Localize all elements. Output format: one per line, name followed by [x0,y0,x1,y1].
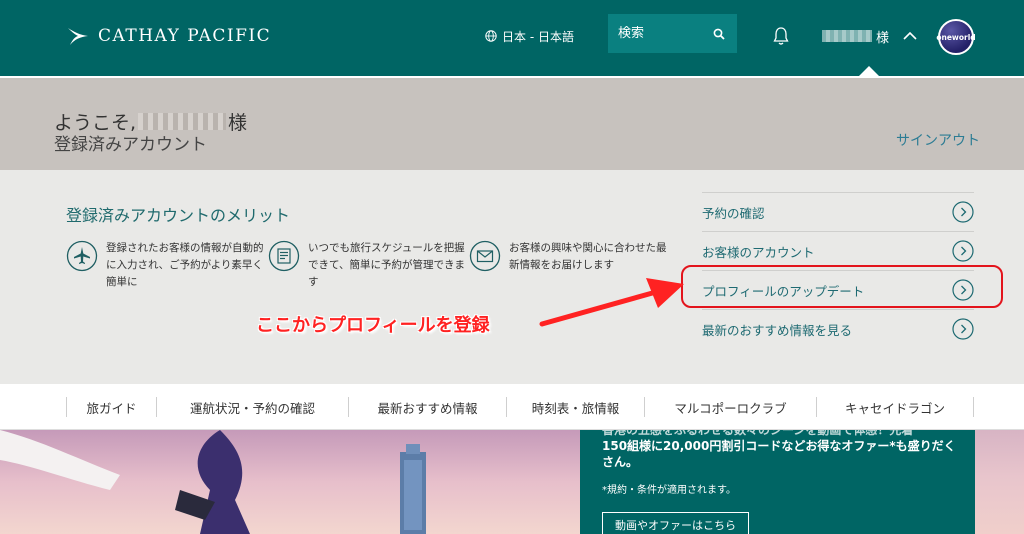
feature-item: お客様の興味や関心に合わせた最新情報をお届けします [469,240,669,274]
chevron-right-circle-icon[interactable] [952,318,974,340]
hero-image [0,430,580,534]
nav-latest-offers[interactable]: 最新おすすめ情報 [348,397,506,417]
main-nav: 旅ガイド 運航状況・予約の確認 最新おすすめ情報 時刻表・旅情報 マルコポーロク… [0,384,1024,430]
nav-marco-polo[interactable]: マルコポーロクラブ [644,397,816,417]
name-redacted [138,113,227,130]
nav-timetable[interactable]: 時刻表・旅情報 [506,397,644,417]
account-type: 登録済みアカウント [54,135,207,155]
oneworld-label: oneworld [936,32,976,42]
language-label: 日本 - 日本語 [502,29,574,44]
feature-text: お客様の興味や関心に合わせた最新情報をお届けします [509,242,667,271]
nav-flight-status[interactable]: 運航状況・予約の確認 [156,397,348,417]
user-suffix: 様 [876,30,890,46]
search-icon[interactable] [713,28,725,40]
benefits-title: 登録済みアカウントのメリット [66,206,291,225]
promo-panel: 香港の五感をふるわせる数々のシーンを動画で体感！先着 150組様に20,000円… [580,430,975,534]
chevron-up-icon[interactable] [903,31,917,41]
hero-banner: 香港の五感をふるわせる数々のシーンを動画で体感！先着 150組様に20,000円… [0,430,1024,534]
promo-video-button[interactable]: 動画やオファーはこちら [602,512,749,534]
top-header: CATHAY PACIFIC 日本 - 日本語 様 oneworld [0,0,1024,77]
greeting-suffix: 様 [228,112,248,134]
link-label: 予約の確認 [702,205,765,221]
chevron-right-circle-icon[interactable] [952,201,974,223]
checklist-icon [268,240,300,272]
promo-clipped-text: 香港の五感をふるわせる数々のシーンを動画で体感！先着 [602,430,914,437]
link-booking-check[interactable]: 予約の確認 [702,192,974,231]
promo-note: *規約・条件が適用されます。 [602,485,736,496]
airplane-icon [66,240,98,272]
welcome-band: ようこそ, 様 登録済みアカウント サインアウト [0,76,1024,170]
link-latest-offers[interactable]: 最新のおすすめ情報を見る [702,309,974,348]
search-box[interactable] [608,14,737,53]
nav-travel-guide[interactable]: 旅ガイド [66,397,156,417]
search-input[interactable] [618,26,698,41]
annotation-highlight-box [681,265,1003,308]
nav-cathay-dragon[interactable]: キャセイドラゴン [816,397,973,417]
globe-icon [485,30,497,42]
brand-name: CATHAY PACIFIC [98,26,272,46]
signout-link[interactable]: サインアウト [896,130,980,150]
feature-item: いつでも旅行スケジュールを把握できて、簡単に予約が管理できます [268,240,468,291]
feature-text: 登録されたお客様の情報が自動的に入力され、ご予約がより素早く簡単に [106,242,264,288]
nav-divider [973,397,974,417]
feature-text: いつでも旅行スケジュールを把握できて、簡単に予約が管理できます [308,242,465,288]
link-label: お客様のアカウント [702,244,815,260]
oneworld-logo[interactable]: oneworld [936,19,976,55]
language-selector[interactable]: 日本 - 日本語 [485,26,574,46]
annotation-arrow-icon [539,278,684,327]
user-menu[interactable]: 様 [822,26,917,46]
feature-item: 登録されたお客様の情報が自動的に入力され、ご予約がより素早く簡単に [66,240,266,291]
username-redacted [822,30,872,42]
bell-icon[interactable] [772,26,790,46]
brushwing-icon [68,28,88,45]
cathay-pacific-logo[interactable]: CATHAY PACIFIC [66,18,271,54]
chevron-right-circle-icon[interactable] [952,240,974,262]
annotation-text: ここからプロフィールを登録 [256,315,490,336]
link-label: 最新のおすすめ情報を見る [702,322,853,338]
envelope-icon [469,240,501,272]
promo-text: 150組様に20,000円割引コードなどお得なオファー*も盛りだくさん。 [602,439,956,469]
